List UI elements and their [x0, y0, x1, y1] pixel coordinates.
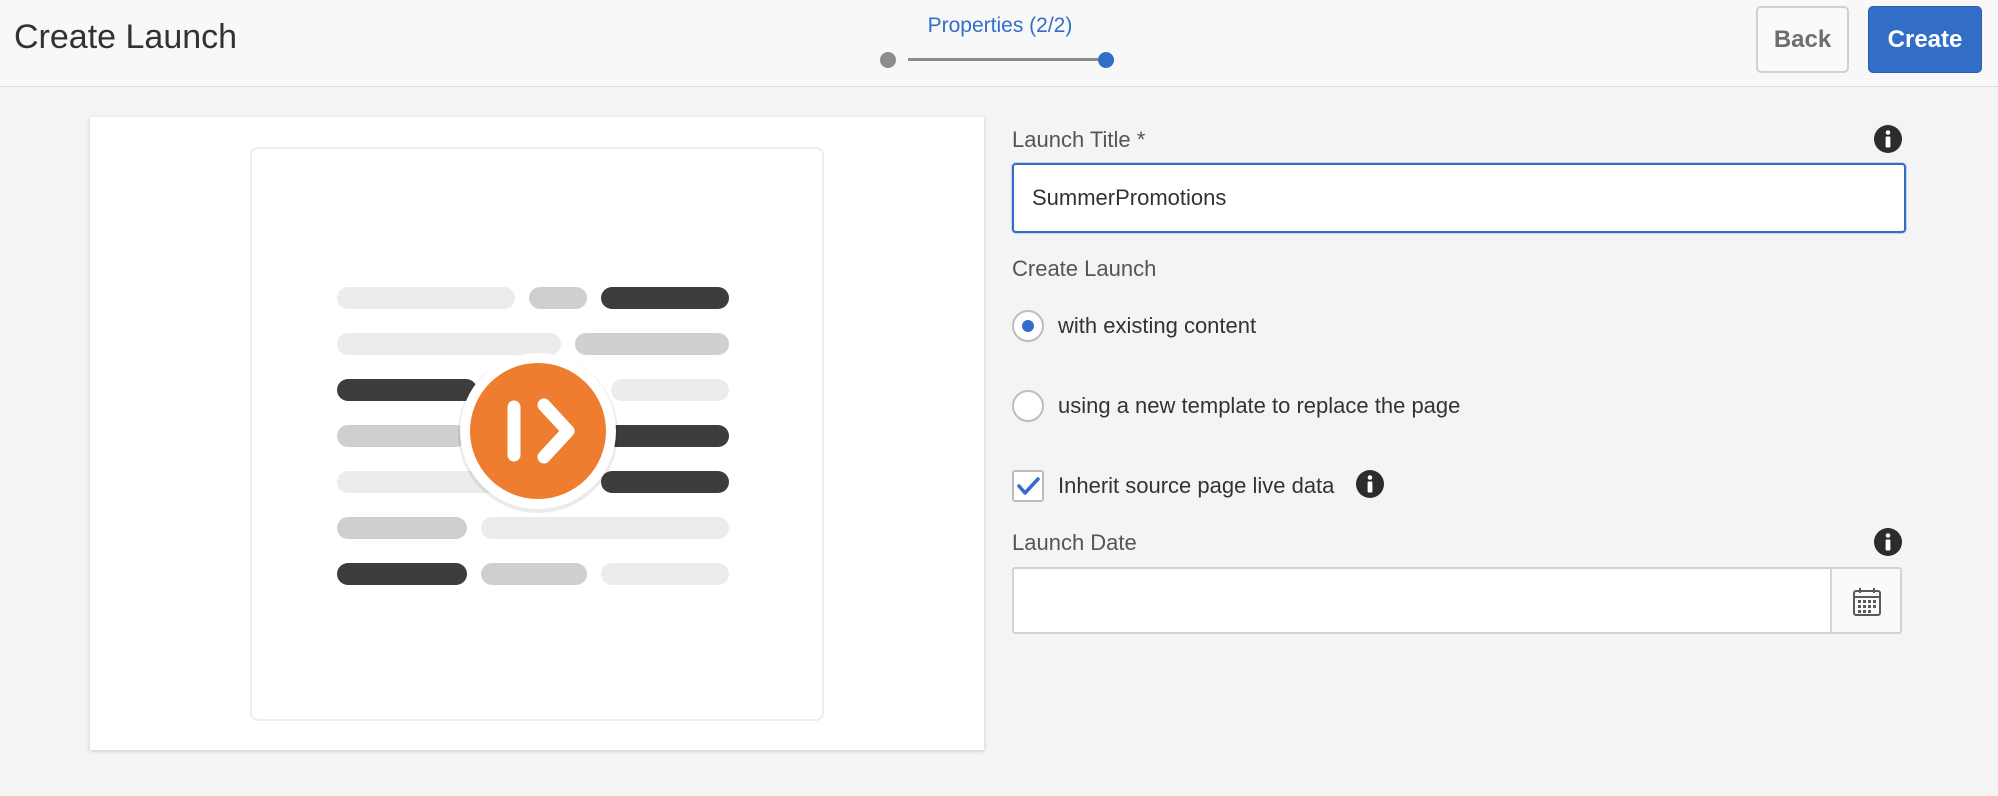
- wizard-step-2-dot: [1098, 52, 1114, 68]
- wizard-track: [908, 58, 1098, 61]
- launch-date-input[interactable]: [1014, 569, 1830, 632]
- checkmark-icon: [1017, 477, 1040, 495]
- back-button[interactable]: Back: [1756, 6, 1849, 73]
- calendar-icon: [1853, 588, 1881, 616]
- inherit-live-data-label: Inherit source page live data: [1058, 473, 1335, 498]
- wizard-step-label: Properties (2/2): [927, 14, 1073, 37]
- launch-title-input[interactable]: [1012, 163, 1906, 233]
- launch-date-info-icon[interactable]: [1873, 527, 1903, 557]
- template-preview-card: [90, 117, 984, 750]
- wizard-progress: Properties (2/2): [880, 14, 1120, 74]
- option-existing-content[interactable]: with existing content: [1012, 308, 1256, 344]
- inherit-live-data-row[interactable]: Inherit source page live data: [1012, 468, 1334, 504]
- page-title: Create Launch: [14, 18, 238, 56]
- launch-illustration: [337, 287, 729, 585]
- wizard-step-1-dot[interactable]: [880, 52, 896, 68]
- template-thumbnail: [250, 147, 824, 721]
- create-button[interactable]: Create: [1868, 6, 1982, 73]
- inherit-live-data-checkbox[interactable]: [1012, 470, 1044, 502]
- launch-date-label: Launch Date: [1012, 530, 1137, 555]
- new-template-label: using a new template to replace the page: [1058, 393, 1461, 418]
- existing-content-radio[interactable]: [1012, 310, 1044, 342]
- option-new-template[interactable]: using a new template to replace the page: [1012, 388, 1460, 424]
- launch-date-field: [1012, 567, 1902, 634]
- launch-title-label: Launch Title *: [1012, 127, 1146, 152]
- existing-content-label: with existing content: [1058, 313, 1257, 338]
- inherit-info-icon[interactable]: [1355, 469, 1385, 499]
- create-launch-label: Create Launch: [1012, 256, 1157, 281]
- launch-title-info-icon[interactable]: [1873, 124, 1903, 154]
- calendar-button[interactable]: [1830, 569, 1900, 632]
- top-bar: Create Launch Properties (2/2) Back Crea…: [0, 0, 1998, 87]
- new-template-radio[interactable]: [1012, 390, 1044, 422]
